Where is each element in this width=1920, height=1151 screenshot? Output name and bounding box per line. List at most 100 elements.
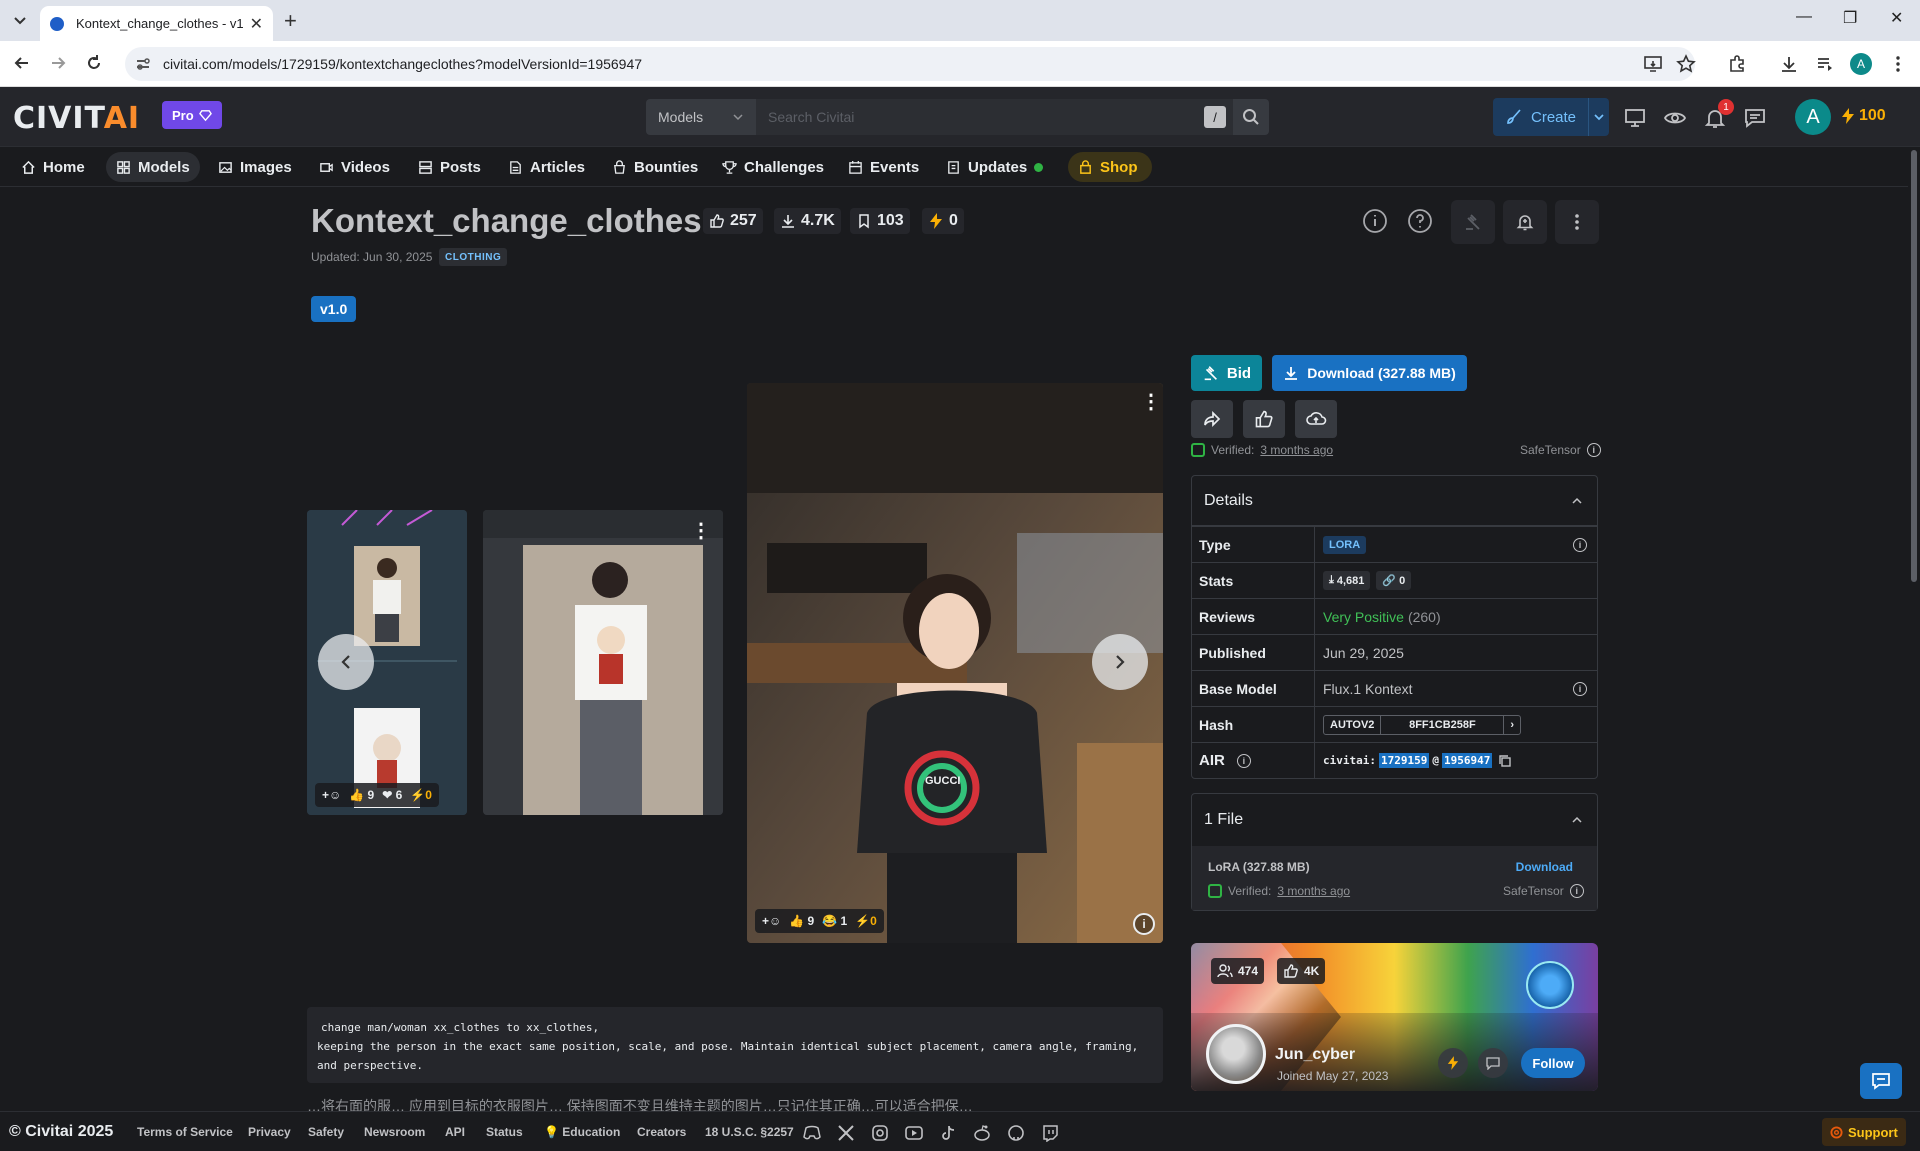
like-reaction[interactable]: 👍 9 [789,914,814,928]
civitai-logo[interactable]: CIVITAI [13,101,140,136]
buzz-reaction[interactable]: ⚡0 [855,914,877,928]
github-icon[interactable] [1007,1124,1025,1142]
copy-icon[interactable] [1498,754,1512,768]
reactions-bar[interactable]: +☺ 👍 9 ❤ 6 ⚡0 [315,783,439,807]
create-button[interactable]: Create [1493,98,1609,136]
download-button[interactable]: Download (327.88 MB) [1272,355,1467,391]
nav-bounties[interactable]: Bounties [602,152,708,182]
reddit-icon[interactable] [973,1124,991,1142]
user-avatar[interactable]: A [1795,99,1831,135]
bid-gavel-button[interactable] [1451,200,1495,244]
browser-tab[interactable]: Kontext_change_clothes - v1.0 | ✕ [40,6,273,41]
card-menu-icon[interactable]: ⋮ [691,518,711,543]
footer-link[interactable]: Status [486,1125,523,1139]
page-scrollbar[interactable] [1908,148,1920,1111]
tip-buzz-button[interactable] [1438,1048,1468,1078]
nav-posts[interactable]: Posts [408,152,491,182]
likes-count[interactable]: 257 [703,208,763,234]
tab-search-icon[interactable] [10,10,30,30]
search-input[interactable] [756,99,1233,135]
nav-challenges[interactable]: Challenges [712,152,834,182]
tiktok-icon[interactable] [939,1124,957,1142]
details-header[interactable]: Details [1192,476,1597,526]
info-icon[interactable]: i [1236,753,1251,768]
creator-name[interactable]: Jun_cyber [1275,1046,1355,1064]
file-download-link[interactable]: Download [1516,860,1573,874]
site-info-icon[interactable] [135,56,151,72]
restore-icon[interactable]: ❐ [1843,8,1857,28]
buzz-tips-count[interactable]: 0 [922,208,964,234]
forward-icon[interactable] [48,53,68,73]
chat-icon[interactable] [1743,106,1767,130]
instagram-icon[interactable] [871,1124,889,1142]
address-bar[interactable]: civitai.com/models/1729159/kontextchange… [125,47,1695,81]
search-button[interactable] [1233,99,1269,135]
nav-images[interactable]: Images [208,152,302,182]
nav-articles[interactable]: Articles [498,152,595,182]
hash-selector[interactable]: AUTOV2 8FF1CB258F › [1323,714,1522,735]
info-icon[interactable] [1360,206,1390,236]
hash-value[interactable]: 8FF1CB258F [1380,715,1505,734]
bid-button[interactable]: Bid [1191,355,1262,391]
add-reaction-icon[interactable]: +☺ [322,788,341,802]
close-window-icon[interactable]: ✕ [1890,8,1903,28]
nav-models[interactable]: Models [106,152,200,182]
footer-link[interactable]: 18 U.S.C. §2257 [705,1125,794,1139]
back-icon[interactable] [12,53,32,73]
more-options-button[interactable] [1555,200,1599,244]
verified-time[interactable]: 3 months ago [1277,884,1350,898]
buzz-reaction[interactable]: ⚡0 [410,788,432,802]
reviews-sentiment[interactable]: Very Positive [1323,609,1404,625]
cloud-upload-button[interactable] [1295,400,1337,438]
footer-link[interactable]: Creators [637,1125,686,1139]
twitch-icon[interactable] [1041,1124,1059,1142]
discord-icon[interactable] [803,1124,821,1142]
category-tag[interactable]: CLOTHING [439,248,508,266]
air-identifier[interactable]: civitai: 1729159 @ 1956947 [1323,753,1493,768]
gallery-card-2[interactable]: ⋮ [483,510,723,815]
bookmark-star-icon[interactable] [1676,54,1696,74]
message-creator-button[interactable] [1478,1048,1508,1078]
heart-reaction[interactable]: ❤ 6 [382,788,402,802]
nav-updates[interactable]: Updates [936,152,1037,182]
help-icon[interactable] [1405,206,1435,236]
footer-link[interactable]: Newsroom [364,1125,425,1139]
laugh-reaction[interactable]: 😂 1 [822,914,847,928]
eye-icon[interactable] [1663,106,1687,130]
support-button[interactable]: Support [1822,1118,1906,1146]
like-reaction[interactable]: 👍 9 [349,788,374,802]
youtube-icon[interactable] [905,1124,923,1142]
notify-button[interactable] [1503,200,1547,244]
files-header[interactable]: 1 File [1192,794,1597,846]
reload-icon[interactable] [84,53,104,73]
browser-menu-icon[interactable] [1888,54,1908,74]
search-scope-select[interactable]: Models [646,99,756,135]
chat-fab-button[interactable] [1860,1063,1902,1099]
info-icon[interactable]: i [1586,443,1601,457]
nav-videos[interactable]: Videos [309,152,400,182]
verified-time[interactable]: 3 months ago [1260,443,1333,457]
create-dropdown-toggle[interactable] [1588,98,1609,136]
footer-link[interactable]: API [445,1125,465,1139]
footer-link[interactable]: Terms of Service [137,1125,233,1139]
footer-link[interactable]: Privacy [248,1125,291,1139]
info-icon[interactable]: i [1569,884,1584,898]
minimize-icon[interactable]: — [1796,8,1812,26]
version-badge[interactable]: v1.0 [311,296,357,322]
like-button[interactable] [1243,400,1285,438]
hash-type[interactable]: AUTOV2 [1324,716,1380,734]
bookmarks-count[interactable]: 103 [850,208,910,234]
monitor-icon[interactable] [1623,106,1647,130]
pro-button[interactable]: Pro [162,101,222,129]
footer-link[interactable]: Safety [308,1125,344,1139]
nav-home[interactable]: Home [11,152,95,182]
nav-events[interactable]: Events [838,152,929,182]
follow-button[interactable]: Follow [1521,1048,1585,1078]
footer-link-education[interactable]: 💡 Education [544,1125,620,1139]
new-tab-icon[interactable]: + [284,8,297,34]
creator-avatar[interactable] [1206,1024,1266,1084]
install-app-icon[interactable] [1643,54,1663,74]
carousel-next-button[interactable] [1092,634,1148,690]
add-reaction-icon[interactable]: +☺ [762,914,781,928]
media-controls-icon[interactable] [1815,54,1835,74]
